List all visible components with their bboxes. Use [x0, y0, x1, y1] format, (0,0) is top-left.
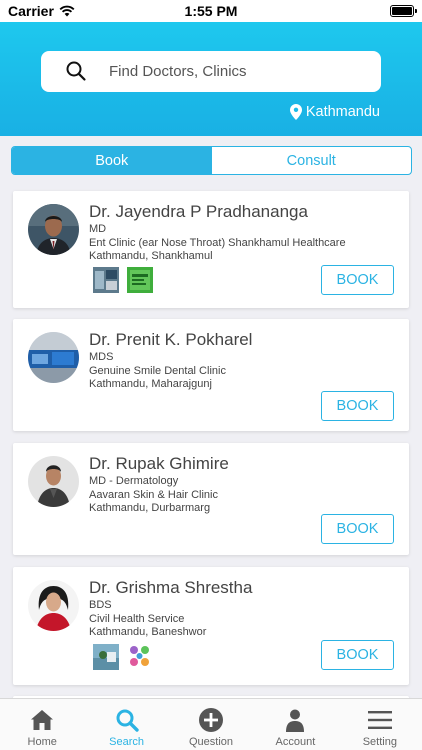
- tab-setting[interactable]: Setting: [338, 699, 422, 750]
- doctor-address: Kathmandu, Durbarmarg: [89, 502, 211, 514]
- location-selector[interactable]: Kathmandu: [289, 104, 380, 120]
- doctor-degree: MD - Dermatology: [89, 475, 179, 487]
- avatar: [28, 580, 79, 631]
- book-button[interactable]: BOOK: [321, 265, 394, 295]
- doctor-details: MD - Dermatology Aavaran Skin & Hair Cli…: [89, 475, 218, 516]
- tab-label: Home: [27, 736, 57, 748]
- tab-search[interactable]: Search: [84, 699, 168, 750]
- avatar: [28, 456, 79, 507]
- doctor-clinic: Civil Health Service: [89, 612, 185, 625]
- doctor-card[interactable]: Dr. Prenit K. Pokharel MDS Genuine Smile…: [13, 319, 409, 431]
- segment-book[interactable]: Book: [12, 147, 212, 174]
- avatar: [28, 204, 79, 255]
- doctor-address: Kathmandu, Maharajgunj: [89, 378, 212, 390]
- segmented-control: Book Consult: [11, 146, 412, 175]
- search-input[interactable]: [109, 51, 369, 92]
- doctor-clinic: Ent Clinic (ear Nose Throat) Shankhamul …: [89, 236, 346, 249]
- status-bar: Carrier 1:55 PM: [0, 0, 422, 22]
- doctor-address: Kathmandu, Baneshwor: [89, 626, 207, 638]
- tab-label: Search: [109, 736, 145, 748]
- doctor-card[interactable]: Dr. Rupak Ghimire MD - Dermatology Aavar…: [13, 443, 409, 555]
- doctor-details: MD Ent Clinic (ear Nose Throat) Shankham…: [89, 223, 346, 264]
- doctor-details: BDS Civil Health Service Kathmandu, Bane…: [89, 599, 206, 640]
- person-icon: [286, 709, 305, 732]
- location-pin-icon: [289, 104, 302, 120]
- home-icon: [31, 710, 54, 730]
- doctor-degree: MDS: [89, 351, 114, 363]
- clinic-photo[interactable]: [93, 267, 119, 293]
- doctor-name: Dr. Grishma Shrestha: [89, 578, 253, 597]
- battery-icon: [390, 5, 417, 17]
- tab-label: Account: [275, 736, 316, 748]
- location-label: Kathmandu: [305, 104, 380, 120]
- clinic-photos: [93, 267, 153, 293]
- search-bar[interactable]: [41, 51, 381, 92]
- doctor-name: Dr. Jayendra P Pradhananga: [89, 202, 308, 221]
- doctor-degree: BDS: [89, 599, 112, 611]
- clinic-photo[interactable]: [127, 644, 153, 670]
- menu-icon: [367, 711, 392, 729]
- tab-home[interactable]: Home: [0, 699, 84, 750]
- tab-question[interactable]: Question: [169, 699, 253, 750]
- book-button[interactable]: BOOK: [321, 640, 394, 670]
- doctor-name: Dr. Prenit K. Pokharel: [89, 330, 253, 349]
- doctor-address: Kathmandu, Shankhamul: [89, 250, 213, 262]
- doctor-card[interactable]: Dr. Jayendra P Pradhananga MD Ent Clinic…: [13, 191, 409, 308]
- doctor-clinic: Aavaran Skin & Hair Clinic: [89, 488, 218, 501]
- tab-label: Question: [189, 736, 234, 748]
- doctor-card[interactable]: Dr. Grishma Shrestha BDS Civil Health Se…: [13, 567, 409, 685]
- book-button[interactable]: BOOK: [321, 391, 394, 421]
- doctor-degree: MD: [89, 223, 107, 235]
- search-icon: [66, 61, 86, 81]
- clinic-photos: [93, 644, 153, 670]
- plus-circle-icon: [199, 708, 224, 732]
- segment-consult[interactable]: Consult: [212, 147, 412, 174]
- avatar: [28, 332, 79, 383]
- clock: 1:55 PM: [184, 3, 238, 19]
- header: Kathmandu: [0, 22, 422, 136]
- tab-label: Setting: [362, 736, 397, 748]
- tab-bar: Home Search Question Account Setting: [0, 698, 422, 750]
- tab-account[interactable]: Account: [253, 699, 337, 750]
- doctor-details: MDS Genuine Smile Dental Clinic Kathmand…: [89, 351, 226, 392]
- clinic-photo[interactable]: [93, 644, 119, 670]
- doctor-clinic: Genuine Smile Dental Clinic: [89, 364, 226, 377]
- search-icon: [116, 709, 139, 732]
- book-button[interactable]: BOOK: [321, 514, 394, 544]
- clinic-photo[interactable]: [127, 267, 153, 293]
- doctor-name: Dr. Rupak Ghimire: [89, 454, 229, 473]
